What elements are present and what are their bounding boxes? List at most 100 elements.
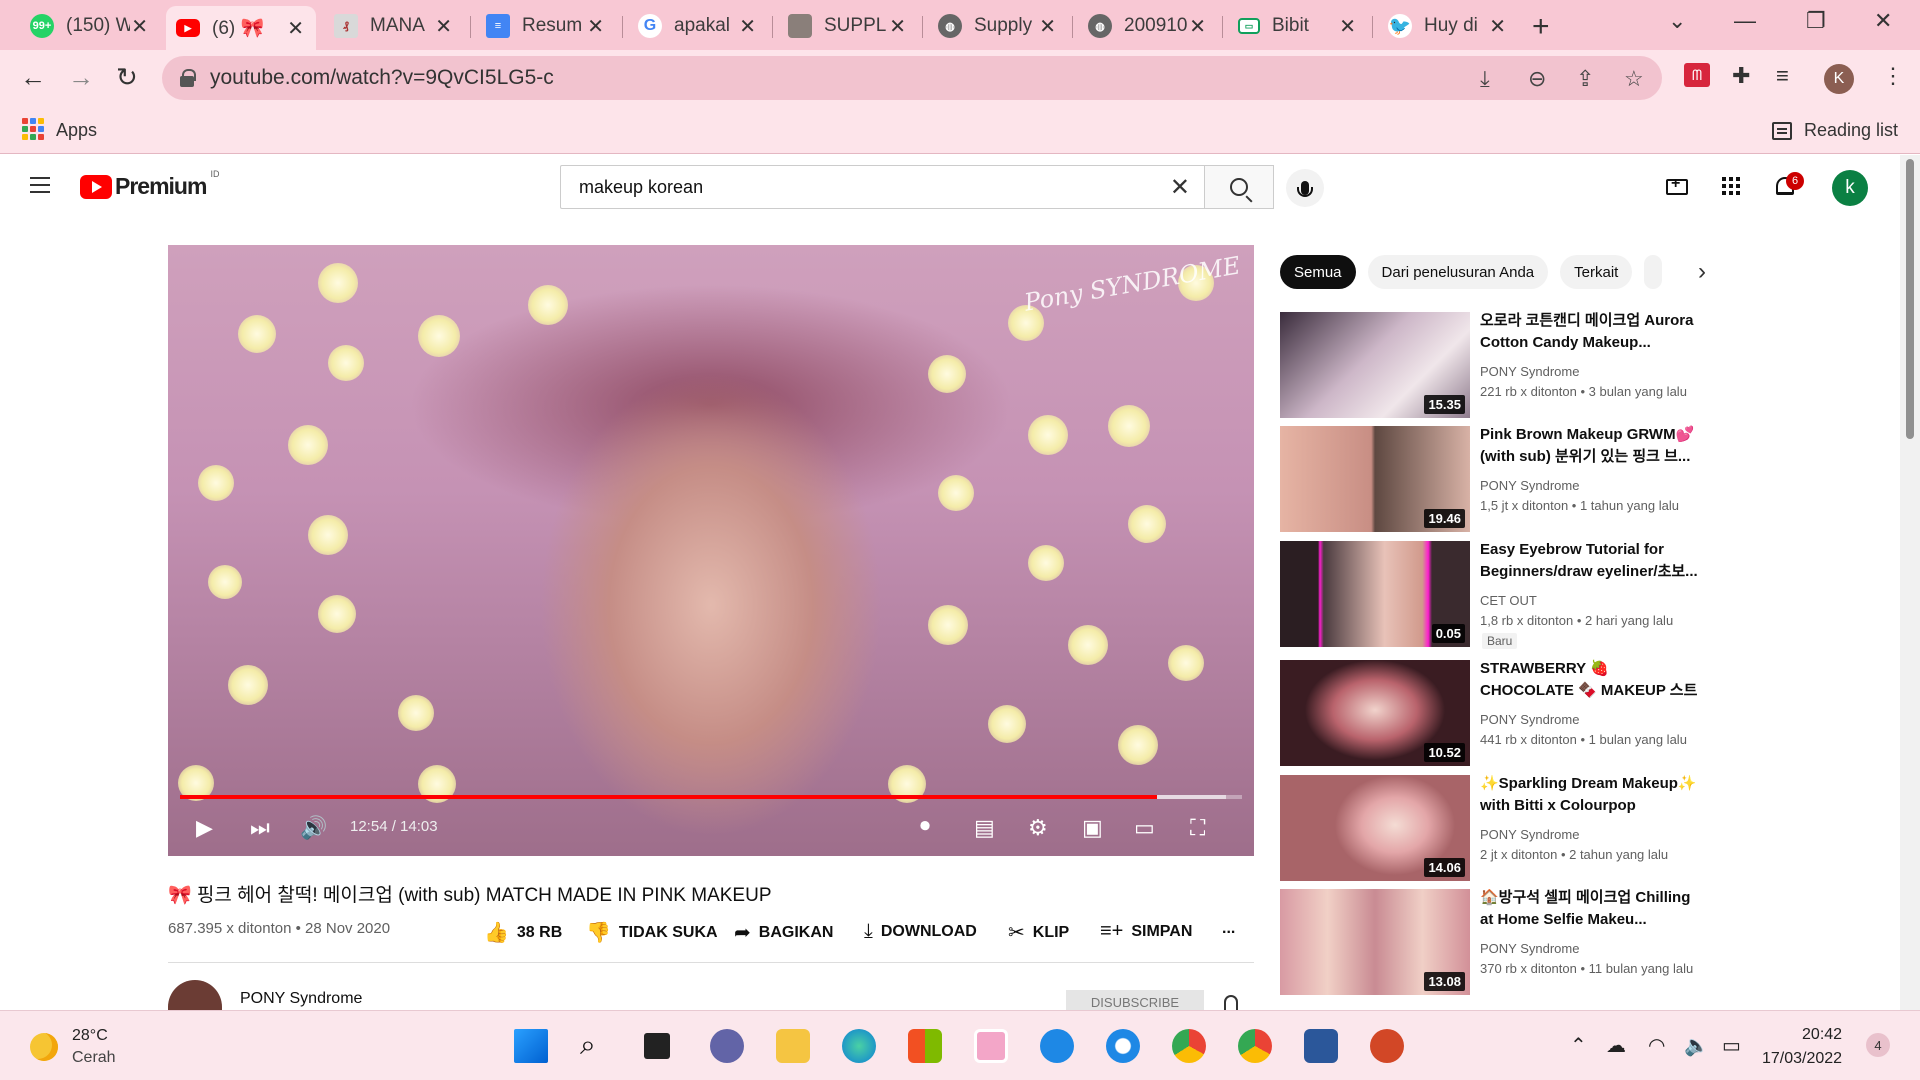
scrollbar-thumb[interactable] xyxy=(1906,159,1914,439)
close-icon[interactable]: ✕ xyxy=(131,14,148,39)
list-item[interactable]: 13.08 🏠방구석 셀피 메이크업 Chilling at Home Self… xyxy=(1280,889,1700,997)
clear-search-icon[interactable]: ✕ xyxy=(1170,173,1190,202)
related-title[interactable]: 🏠방구석 셀피 메이크업 Chilling at Home Selfie Mak… xyxy=(1480,887,1700,931)
menu-icon[interactable] xyxy=(30,177,50,193)
volume-icon[interactable]: 🔊 xyxy=(300,815,327,841)
chevron-right-icon[interactable]: › xyxy=(1698,258,1706,286)
search-button[interactable] xyxy=(1204,165,1274,209)
chip-from-search[interactable]: Dari penelusuran Anda xyxy=(1367,255,1549,289)
list-item[interactable]: 15.35 오로라 코튼캔디 메이크업 Aurora Cotton Candy … xyxy=(1280,312,1700,420)
chrome-menu-icon[interactable]: ⋮ xyxy=(1882,63,1904,89)
fullscreen-icon[interactable]: ⛶ xyxy=(1190,815,1205,841)
more-actions-button[interactable]: ... xyxy=(1222,920,1235,938)
file-explorer-icon[interactable] xyxy=(776,1029,810,1063)
reload-icon[interactable]: ↻ xyxy=(116,62,138,93)
clip-button[interactable]: ✂ KLIP xyxy=(1008,920,1069,945)
word-icon[interactable] xyxy=(1304,1029,1338,1063)
close-icon[interactable]: ✕ xyxy=(1489,14,1506,39)
tab-supply[interactable]: ◍ Supply ✕ xyxy=(928,6,1068,46)
list-item[interactable]: 19.46 Pink Brown Makeup GRWM💕 (with sub)… xyxy=(1280,426,1700,534)
list-item[interactable]: 14.06 ✨Sparkling Dream Makeup✨ with Bitt… xyxy=(1280,775,1700,883)
related-title[interactable]: STRAWBERRY 🍓 CHOCOLATE 🍫 MAKEUP 스트로베리 초콜… xyxy=(1480,658,1700,702)
help-icon[interactable] xyxy=(1040,1029,1074,1063)
address-bar[interactable]: youtube.com/watch?v=9QvCI5LG5-c ⤓ ⊖ ⇪ ☆ xyxy=(162,56,1662,100)
close-icon[interactable]: ✕ xyxy=(1189,14,1206,39)
video-thumbnail[interactable]: 13.08 xyxy=(1280,889,1470,995)
media-control-icon[interactable]: ≡ xyxy=(1776,63,1789,89)
next-icon[interactable]: ⏭ xyxy=(250,815,270,841)
voice-search-button[interactable] xyxy=(1286,169,1324,207)
video-thumbnail[interactable]: 10.52 xyxy=(1280,660,1470,766)
share-icon[interactable]: ⇪ xyxy=(1576,66,1594,92)
search-query[interactable]: makeup korean xyxy=(579,177,1170,198)
like-button[interactable]: 👍 38 RB xyxy=(484,920,562,945)
close-icon[interactable]: ✕ xyxy=(889,14,906,39)
install-icon[interactable]: ⤓ xyxy=(1480,66,1490,92)
video-player[interactable]: Pony SYNDROME ▶ ⏭ 🔊 12:54 / 14:03 ⏺ ▤ ⚙ … xyxy=(168,245,1254,856)
related-channel[interactable]: PONY Syndrome xyxy=(1480,712,1579,727)
tab-google[interactable]: G apakal ✕ xyxy=(628,6,768,46)
apps-grid-icon[interactable] xyxy=(1722,177,1740,195)
create-video-icon[interactable] xyxy=(1666,175,1688,195)
close-icon[interactable]: ✕ xyxy=(587,14,604,39)
related-channel[interactable]: PONY Syndrome xyxy=(1480,941,1579,956)
tab-mana[interactable]: ₰ MANA ✕ xyxy=(324,6,464,46)
zoom-icon[interactable]: ⊖ xyxy=(1528,66,1546,92)
related-title[interactable]: Pink Brown Makeup GRWM💕 (with sub) 분위기 있… xyxy=(1480,424,1700,468)
miniplayer-icon[interactable]: ▣ xyxy=(1082,815,1103,841)
channel-bell-icon[interactable] xyxy=(1224,995,1238,1010)
chip-more[interactable] xyxy=(1644,255,1663,289)
windows-start-icon[interactable] xyxy=(514,1029,548,1063)
cloud-icon[interactable]: ☁ xyxy=(1606,1033,1626,1058)
download-button[interactable]: ⤓ DOWNLOAD xyxy=(864,920,977,943)
close-icon[interactable]: ✕ xyxy=(287,16,304,41)
lock-icon[interactable] xyxy=(180,69,196,87)
battery-icon[interactable]: ▭ xyxy=(1722,1033,1741,1058)
search-input[interactable]: makeup korean ✕ xyxy=(560,165,1204,209)
related-channel[interactable]: PONY Syndrome xyxy=(1480,478,1579,493)
tab-200910[interactable]: ◍ 200910 ✕ xyxy=(1078,6,1218,46)
video-thumbnail[interactable]: 14.06 xyxy=(1280,775,1470,881)
autoplay-toggle[interactable]: ⏺ xyxy=(920,815,930,838)
search-icon[interactable]: ⌕ xyxy=(580,1029,614,1063)
system-clock[interactable]: 20:42 17/03/2022 xyxy=(1762,1023,1842,1071)
tab-whatsapp[interactable]: 99+ (150) W ✕ xyxy=(20,6,160,46)
task-view-icon[interactable] xyxy=(644,1033,670,1059)
close-icon[interactable]: ✕ xyxy=(435,14,452,39)
minimize-icon[interactable]: — xyxy=(1734,8,1756,34)
related-channel[interactable]: CET OUT xyxy=(1480,593,1537,608)
cortana-icon[interactable] xyxy=(1106,1029,1140,1063)
related-title[interactable]: 오로라 코튼캔디 메이크업 Aurora Cotton Candy Makeup… xyxy=(1480,310,1700,354)
chrome-icon[interactable] xyxy=(1238,1029,1272,1063)
teams-chat-icon[interactable] xyxy=(710,1029,744,1063)
close-icon[interactable]: ✕ xyxy=(1339,14,1356,39)
tab-bibit[interactable]: ▭ Bibit ✕ xyxy=(1228,6,1368,46)
related-title[interactable]: Easy Eyebrow Tutorial for Beginners/draw… xyxy=(1480,539,1700,583)
wifi-icon[interactable]: ◠ xyxy=(1648,1033,1665,1058)
powerpoint-icon[interactable] xyxy=(1370,1029,1404,1063)
related-channel[interactable]: PONY Syndrome xyxy=(1480,827,1579,842)
page-scrollbar[interactable] xyxy=(1900,155,1920,1010)
video-thumbnail[interactable]: 19.46 xyxy=(1280,426,1470,532)
photo-app-icon[interactable] xyxy=(974,1029,1008,1063)
channel-name[interactable]: PONY Syndrome xyxy=(240,990,362,1008)
tab-search-icon[interactable]: ⌄ xyxy=(1668,8,1686,34)
subscribe-button[interactable]: DISUBSCRIBE xyxy=(1066,990,1204,1010)
close-icon[interactable]: ✕ xyxy=(1039,14,1056,39)
related-channel[interactable]: PONY Syndrome xyxy=(1480,364,1579,379)
tab-twitter[interactable]: 🐦 Huy di ✕ xyxy=(1378,6,1518,46)
chevron-up-icon[interactable]: ⌃ xyxy=(1570,1033,1587,1058)
progress-bar[interactable] xyxy=(180,795,1242,799)
edge-icon[interactable] xyxy=(842,1029,876,1063)
weather-widget[interactable]: 28°C Cerah xyxy=(30,1025,116,1069)
chip-all[interactable]: Semua xyxy=(1280,255,1356,289)
list-item[interactable]: 0.05 Easy Eyebrow Tutorial for Beginners… xyxy=(1280,541,1700,649)
new-tab-button[interactable]: + xyxy=(1532,10,1550,44)
close-icon[interactable]: ✕ xyxy=(739,14,756,39)
apps-bookmark[interactable]: Apps xyxy=(56,120,97,141)
bookmark-star-icon[interactable]: ☆ xyxy=(1624,66,1644,92)
chrome-profile-icon[interactable] xyxy=(1172,1029,1206,1063)
extensions-puzzle-icon[interactable]: ✚ xyxy=(1732,63,1750,89)
channel-avatar[interactable] xyxy=(168,980,222,1010)
theater-mode-icon[interactable]: ▭ xyxy=(1134,815,1155,841)
